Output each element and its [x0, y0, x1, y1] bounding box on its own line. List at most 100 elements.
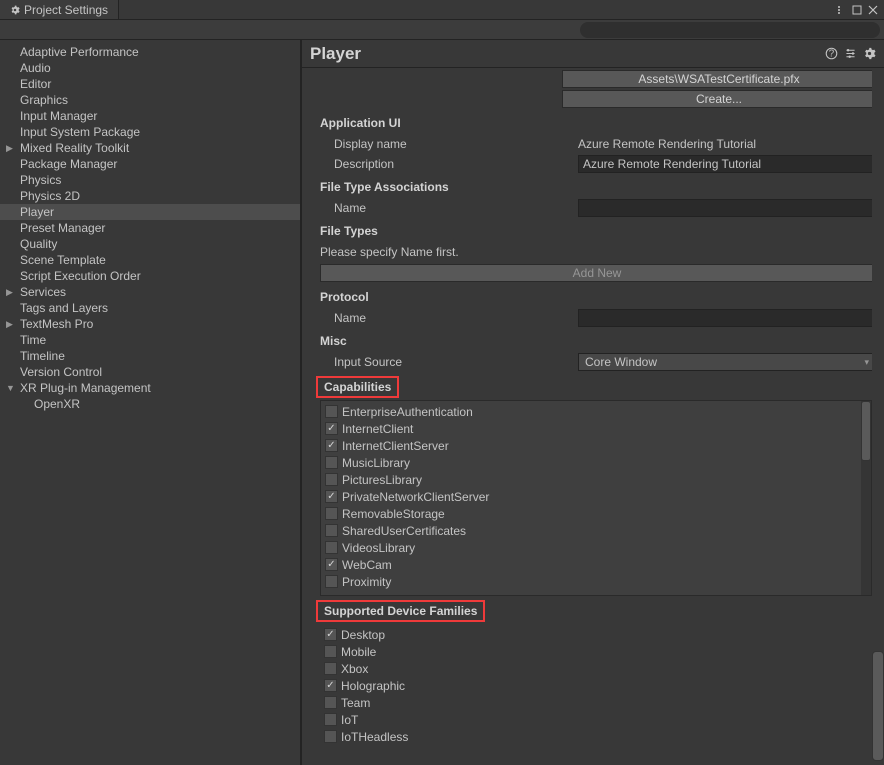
device-family-label: Mobile: [341, 645, 376, 659]
sidebar-item-time[interactable]: Time: [0, 332, 300, 348]
device-family-row: Desktop: [320, 626, 872, 643]
sidebar-item-physics[interactable]: Physics: [0, 172, 300, 188]
svg-text:?: ?: [829, 48, 835, 59]
window-title: Project Settings: [24, 3, 108, 17]
description-input[interactable]: [578, 155, 876, 173]
capability-row: EnterpriseAuthentication: [321, 403, 871, 420]
device-family-checkbox-mobile[interactable]: [324, 645, 337, 658]
capability-checkbox-webcam[interactable]: [325, 558, 338, 571]
device-family-checkbox-desktop[interactable]: [324, 628, 337, 641]
sidebar-item-graphics[interactable]: Graphics: [0, 92, 300, 108]
expand-arrow-icon[interactable]: ▶: [6, 287, 16, 298]
search-input[interactable]: [580, 22, 880, 38]
capability-checkbox-enterpriseauthentication[interactable]: [325, 405, 338, 418]
capability-checkbox-pictureslibrary[interactable]: [325, 473, 338, 486]
sidebar-item-scene-template[interactable]: Scene Template: [0, 252, 300, 268]
input-source-dropdown[interactable]: Core Window: [578, 353, 876, 371]
page-title: Player: [310, 44, 825, 64]
section-file-types: File Types: [306, 218, 876, 242]
sidebar-item-quality[interactable]: Quality: [0, 236, 300, 252]
device-family-checkbox-holographic[interactable]: [324, 679, 337, 692]
sidebar-item-input-system-package[interactable]: Input System Package: [0, 124, 300, 140]
sidebar-item-label: Version Control: [20, 365, 102, 379]
capability-checkbox-removablestorage[interactable]: [325, 507, 338, 520]
menu-icon[interactable]: [838, 6, 840, 14]
capability-row: InternetClient: [321, 420, 871, 437]
capability-checkbox-privatenetworkclientserver[interactable]: [325, 490, 338, 503]
sidebar-item-label: Physics: [20, 173, 61, 187]
sidebar-item-label: Input System Package: [20, 125, 140, 139]
expand-arrow-icon[interactable]: ▶: [6, 143, 16, 154]
sidebar-item-xr-plug-in-management[interactable]: ▼ XR Plug-in Management: [0, 380, 300, 396]
device-family-checkbox-iot[interactable]: [324, 713, 337, 726]
device-family-row: Xbox: [320, 660, 872, 677]
sidebar-item-label: Adaptive Performance: [20, 45, 139, 59]
section-misc: Misc: [306, 328, 876, 352]
titlebar: Project Settings: [0, 0, 884, 20]
capability-label: InternetClient: [342, 422, 413, 436]
maximize-icon[interactable]: [852, 5, 862, 15]
section-application-ui: Application UI: [306, 110, 876, 134]
sidebar-item-player[interactable]: Player: [0, 204, 300, 220]
assoc-name-input[interactable]: [578, 199, 876, 217]
sidebar-item-label: Player: [20, 205, 54, 219]
settings-sidebar[interactable]: Adaptive PerformanceAudioEditorGraphicsI…: [0, 40, 302, 765]
close-icon[interactable]: [868, 5, 878, 15]
sidebar-item-package-manager[interactable]: Package Manager: [0, 156, 300, 172]
window-tab[interactable]: Project Settings: [0, 0, 119, 19]
capability-checkbox-sharedusercertificates[interactable]: [325, 524, 338, 537]
sidebar-item-tags-and-layers[interactable]: Tags and Layers: [0, 300, 300, 316]
device-family-row: IoT: [320, 711, 872, 728]
capability-checkbox-internetclientserver[interactable]: [325, 439, 338, 452]
sidebar-item-preset-manager[interactable]: Preset Manager: [0, 220, 300, 236]
sidebar-item-label: XR Plug-in Management: [20, 381, 151, 395]
capability-checkbox-videoslibrary[interactable]: [325, 541, 338, 554]
sidebar-item-mixed-reality-toolkit[interactable]: ▶Mixed Reality Toolkit: [0, 140, 300, 156]
capability-row: PicturesLibrary: [321, 471, 871, 488]
device-family-checkbox-team[interactable]: [324, 696, 337, 709]
sidebar-item-textmesh-pro[interactable]: ▶TextMesh Pro: [0, 316, 300, 332]
description-label: Description: [334, 157, 574, 171]
device-family-row: IoTHeadless: [320, 728, 872, 745]
device-families-highlight: Supported Device Families: [316, 600, 485, 622]
sidebar-item-input-manager[interactable]: Input Manager: [0, 108, 300, 124]
add-new-button[interactable]: Add New: [320, 264, 874, 282]
sidebar-item-adaptive-performance[interactable]: Adaptive Performance: [0, 44, 300, 60]
capability-label: Proximity: [342, 575, 391, 589]
sidebar-item-label: Audio: [20, 61, 51, 75]
sidebar-item-version-control[interactable]: Version Control: [0, 364, 300, 380]
device-family-row: Team: [320, 694, 872, 711]
device-family-label: IoT: [341, 713, 358, 727]
create-button[interactable]: Create...: [562, 90, 876, 108]
sidebar-item-label: Quality: [20, 237, 57, 251]
sidebar-item-audio[interactable]: Audio: [0, 60, 300, 76]
sidebar-item-editor[interactable]: Editor: [0, 76, 300, 92]
capability-label: PrivateNetworkClientServer: [342, 490, 489, 504]
expand-arrow-icon[interactable]: ▶: [6, 319, 16, 330]
device-family-checkbox-xbox[interactable]: [324, 662, 337, 675]
help-icon[interactable]: ?: [825, 47, 838, 60]
cert-path-button[interactable]: Assets\WSATestCertificate.pfx: [562, 70, 876, 88]
capability-checkbox-musiclibrary[interactable]: [325, 456, 338, 469]
capability-checkbox-internetclient[interactable]: [325, 422, 338, 435]
settings-sliders-icon[interactable]: [844, 47, 857, 60]
proto-name-input[interactable]: [578, 309, 876, 327]
expand-arrow-icon[interactable]: ▼: [6, 383, 16, 393]
gear-icon[interactable]: [863, 47, 876, 60]
capabilities-scrollbar[interactable]: [861, 401, 871, 595]
sidebar-item-label: Package Manager: [20, 157, 117, 171]
sidebar-item-label: Tags and Layers: [20, 301, 108, 315]
device-family-checkbox-iotheadless[interactable]: [324, 730, 337, 743]
file-types-msg: Please specify Name first.: [320, 245, 459, 259]
sidebar-item-script-execution-order[interactable]: Script Execution Order: [0, 268, 300, 284]
sidebar-item-label: Scene Template: [20, 253, 106, 267]
sidebar-item-timeline[interactable]: Timeline: [0, 348, 300, 364]
sidebar-item-physics-2d[interactable]: Physics 2D: [0, 188, 300, 204]
capability-label: RemovableStorage: [342, 507, 445, 521]
capability-label: InternetClientServer: [342, 439, 449, 453]
capability-checkbox-proximity[interactable]: [325, 575, 338, 588]
sidebar-item-services[interactable]: ▶Services: [0, 284, 300, 300]
sidebar-item-openxr[interactable]: OpenXR: [0, 396, 300, 412]
content-scrollbar[interactable]: [872, 68, 884, 765]
assoc-name-label: Name: [334, 201, 574, 215]
